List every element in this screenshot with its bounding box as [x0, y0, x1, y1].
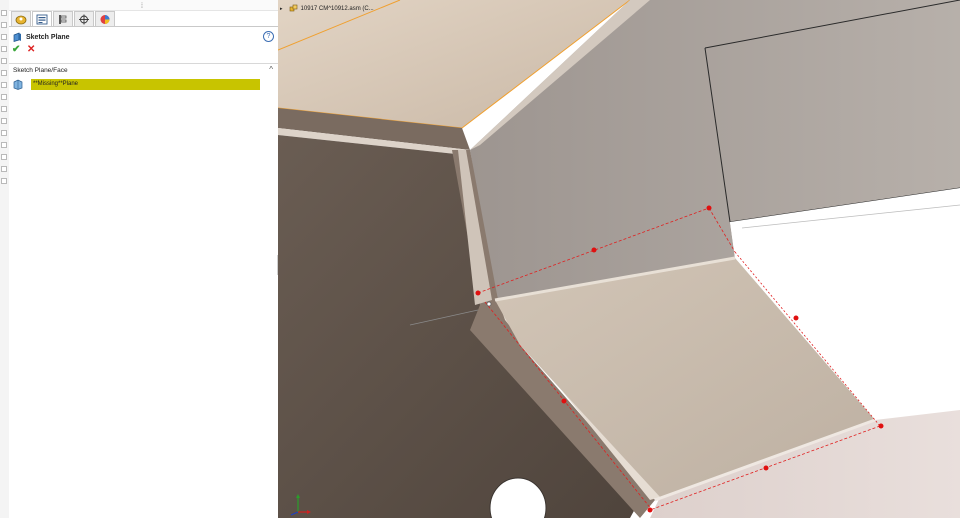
graphics-viewport[interactable]: [278, 0, 960, 518]
help-button[interactable]: ?: [263, 31, 274, 42]
toolbar-icon[interactable]: [1, 46, 7, 52]
cancel-button[interactable]: ✕: [27, 45, 35, 55]
sketch-point[interactable]: [647, 507, 653, 513]
ok-button[interactable]: ✔: [12, 45, 20, 55]
configuration-manager-icon: [59, 14, 67, 24]
sketch-point[interactable]: [706, 205, 712, 211]
toolbar-icon[interactable]: [1, 22, 7, 28]
toolbar-icon[interactable]: [1, 58, 7, 64]
sketch-plane-icon: [13, 32, 21, 42]
sketch-plane-selection-box[interactable]: **Missing**Plane: [31, 79, 260, 90]
tab-display-manager[interactable]: [95, 11, 115, 26]
chevron-up-icon[interactable]: ^: [269, 65, 273, 74]
toolbar-icon[interactable]: [1, 118, 7, 124]
toolbar-icon[interactable]: [1, 142, 7, 148]
sketch-point[interactable]: [793, 315, 799, 321]
tab-property-manager[interactable]: [32, 11, 52, 27]
tabs-divider: [9, 26, 278, 27]
assembly-icon: [289, 4, 297, 12]
toolbar-icon[interactable]: [1, 34, 7, 40]
sketch-point[interactable]: [475, 290, 481, 296]
splitter-handle[interactable]: ⁞: [141, 3, 143, 10]
breadcrumb[interactable]: ▸ 10917 CM^10912.asm (C...: [280, 3, 374, 14]
toolbar-icon[interactable]: [1, 10, 7, 16]
toolbar-icon[interactable]: [1, 82, 7, 88]
tab-dimxpert-manager[interactable]: [74, 11, 94, 26]
manager-tabs: [11, 11, 116, 27]
sketch-point[interactable]: [763, 465, 769, 471]
sketch-point[interactable]: [591, 247, 597, 253]
sketch-point[interactable]: [561, 398, 567, 404]
tab-configuration-manager[interactable]: [53, 11, 73, 26]
panel-top-strip: ⁞: [9, 0, 278, 11]
chevron-right-icon[interactable]: ▸: [280, 6, 283, 12]
display-manager-icon: [100, 14, 110, 24]
group-title: Sketch Plane/Face: [13, 67, 68, 74]
sketch-origin-point[interactable]: [486, 301, 492, 307]
toolbar-icon[interactable]: [1, 94, 7, 100]
sketch-plane-face-group[interactable]: Sketch Plane/Face ^: [9, 63, 278, 77]
sketch-point[interactable]: [878, 423, 884, 429]
tab-feature-manager[interactable]: [11, 11, 31, 26]
page-title: Sketch Plane: [26, 33, 70, 41]
toolbar-icon[interactable]: [1, 130, 7, 136]
toolbar-icon[interactable]: [1, 106, 7, 112]
dimxpert-icon: [79, 14, 89, 24]
toolbar-icon[interactable]: [1, 166, 7, 172]
axis-triad-icon: [290, 494, 311, 516]
property-manager-panel: ⁞ Sketch Plane ? ✔ ✕ Sketch Plane/Face ^…: [9, 0, 279, 518]
face-selection-icon: [13, 79, 23, 90]
property-manager-icon: [36, 14, 48, 25]
toolbar-icon[interactable]: [1, 178, 7, 184]
breadcrumb-text: 10917 CM^10912.asm (C...: [300, 5, 374, 12]
pm-title-row: Sketch Plane: [13, 31, 70, 43]
toolbar-icon[interactable]: [1, 70, 7, 76]
model-view[interactable]: [278, 0, 960, 518]
toolbar-icon[interactable]: [1, 154, 7, 160]
feature-manager-icon: [15, 15, 27, 24]
